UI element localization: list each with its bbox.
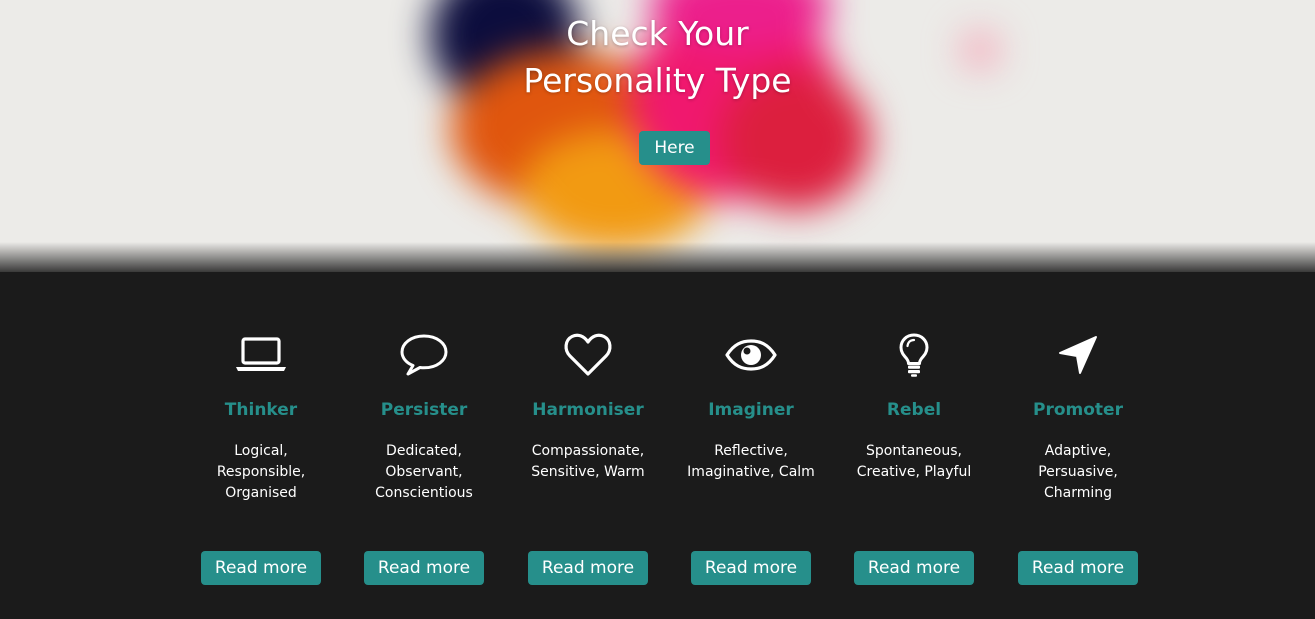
type-name: Harmoniser — [532, 400, 644, 420]
read-more-button-rebel[interactable]: Read more — [854, 551, 974, 585]
hero-title-line-1: Check Your — [566, 14, 749, 53]
type-card-imaginer: Imaginer Reflective, Imaginative, Calm R… — [671, 272, 831, 619]
type-traits: Logical, Responsible, Organised — [216, 443, 306, 501]
type-card-thinker: Thinker Logical, Responsible, Organised … — [181, 272, 341, 619]
type-traits: Compassionate, Sensitive, Warm — [531, 443, 645, 480]
type-traits: Spontaneous, Creative, Playful — [856, 443, 972, 480]
type-card-harmoniser: Harmoniser Compassionate, Sensitive, War… — [508, 272, 668, 619]
read-more-button-imaginer[interactable]: Read more — [691, 551, 811, 585]
personality-types-section: Thinker Logical, Responsible, Organised … — [0, 272, 1315, 619]
speech-bubble-icon — [396, 332, 452, 378]
laptop-icon — [233, 332, 289, 378]
heart-icon — [560, 332, 616, 378]
type-traits: Reflective, Imaginative, Calm — [687, 443, 815, 480]
read-more-button-harmoniser[interactable]: Read more — [528, 551, 648, 585]
hero-bottom-shadow — [0, 242, 1315, 272]
lightbulb-icon — [886, 332, 942, 378]
type-traits: Adaptive, Persuasive, Charming — [1038, 443, 1118, 501]
type-name: Thinker — [224, 400, 298, 420]
type-card-promoter: Promoter Adaptive, Persuasive, Charming … — [998, 272, 1158, 619]
hero-title: Check Your Personality Type — [0, 10, 1315, 104]
type-name: Persister — [380, 400, 468, 420]
type-card-persister: Persister Dedicated, Observant, Conscien… — [344, 272, 504, 619]
read-more-button-thinker[interactable]: Read more — [201, 551, 321, 585]
here-button[interactable]: Here — [639, 131, 710, 165]
type-name: Imaginer — [708, 400, 794, 420]
hero-banner: Check Your Personality Type Here — [0, 0, 1315, 272]
hero-title-line-2: Personality Type — [523, 61, 792, 100]
type-name: Promoter — [1033, 400, 1123, 420]
type-traits: Dedicated, Observant, Conscientious — [375, 443, 473, 501]
eye-icon — [723, 332, 779, 378]
location-arrow-icon — [1050, 332, 1106, 378]
type-name: Rebel — [886, 400, 942, 420]
read-more-button-promoter[interactable]: Read more — [1018, 551, 1138, 585]
type-card-rebel: Rebel Spontaneous, Creative, Playful Rea… — [834, 272, 994, 619]
read-more-button-persister[interactable]: Read more — [364, 551, 484, 585]
